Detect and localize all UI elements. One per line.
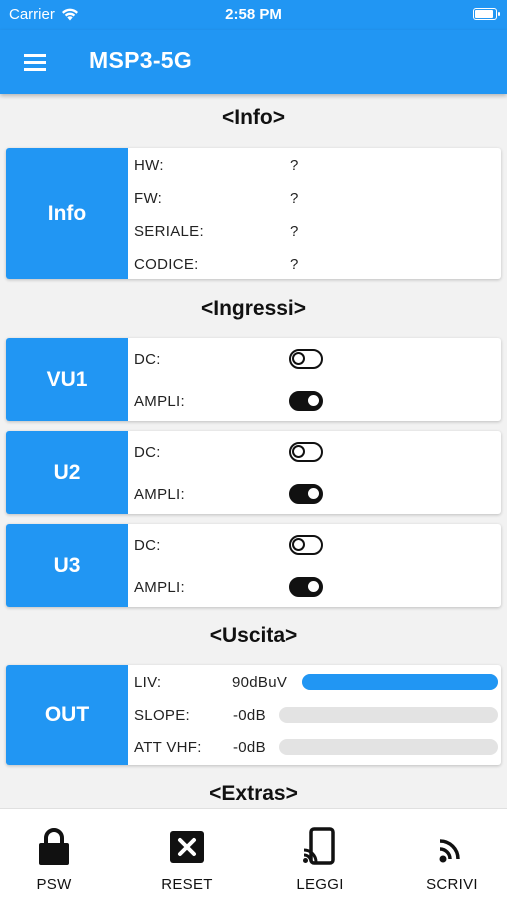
nav-label: RESET xyxy=(161,876,213,893)
info-row-fw: FW: ? xyxy=(134,186,501,210)
info-value: ? xyxy=(290,189,299,207)
input-card-vu1: VU1 DC: AMPLI: xyxy=(6,338,501,421)
level-slider-fill xyxy=(302,674,498,690)
nav-label: SCRIVI xyxy=(426,876,478,893)
nav-psw-button[interactable]: PSW xyxy=(0,809,117,900)
ampli-toggle[interactable] xyxy=(289,577,323,597)
input-card-u2: U2 DC: AMPLI: xyxy=(6,431,501,514)
dc-toggle[interactable] xyxy=(289,349,323,369)
close-box-icon xyxy=(170,831,204,863)
ampli-toggle[interactable] xyxy=(289,391,323,411)
info-label: FW: xyxy=(134,189,163,207)
output-card-tag: OUT xyxy=(6,665,128,765)
lock-icon xyxy=(39,828,69,865)
section-title-extras: <Extras> xyxy=(209,782,298,805)
nav-reset-button[interactable]: RESET xyxy=(124,809,250,900)
output-value: 90dBuV xyxy=(232,673,288,691)
section-title-inputs: <Ingressi> xyxy=(200,297,307,320)
dc-label: DC: xyxy=(134,350,161,368)
status-time: 2:58 PM xyxy=(225,6,282,23)
info-row-code: CODICE: ? xyxy=(134,252,501,276)
info-value: ? xyxy=(290,255,299,273)
section-title-info: <Info> xyxy=(221,106,285,129)
ampli-row: AMPLI: xyxy=(134,390,501,412)
output-row-liv: LIV: 90dBuV xyxy=(134,671,501,693)
ampli-toggle[interactable] xyxy=(289,484,323,504)
menu-icon[interactable] xyxy=(22,51,48,73)
slope-slider[interactable] xyxy=(279,707,498,723)
app-title: MSP3-5G xyxy=(89,47,193,73)
output-card: OUT LIV: 90dBuV SLOPE: -0dB ATT VHF: -0d… xyxy=(6,665,501,765)
dc-row: DC: xyxy=(134,348,501,370)
level-slider[interactable] xyxy=(302,674,498,690)
cast-signal-icon xyxy=(439,839,460,863)
att-vhf-slider[interactable] xyxy=(279,739,498,755)
app-bar: MSP3-5G xyxy=(0,30,507,94)
ampli-label: AMPLI: xyxy=(134,485,185,503)
output-row-slope: SLOPE: -0dB xyxy=(134,704,501,726)
nav-label: LEGGI xyxy=(296,876,344,893)
input-card-tag: U2 xyxy=(6,431,128,514)
output-row-att-vhf: ATT VHF: -0dB xyxy=(134,736,501,758)
output-value: -0dB xyxy=(233,738,266,756)
dc-row: DC: xyxy=(134,534,501,556)
output-value: -0dB xyxy=(233,706,266,724)
nav-leggi-button[interactable]: LEGGI xyxy=(257,809,383,900)
info-row-serial: SERIALE: ? xyxy=(134,219,501,243)
info-label: HW: xyxy=(134,156,164,174)
section-title-output: <Uscita> xyxy=(209,624,298,647)
info-label: SERIALE: xyxy=(134,222,204,240)
battery-icon xyxy=(473,8,500,20)
info-card-tag: Info xyxy=(6,148,128,279)
info-card: Info HW: ? FW: ? SERIALE: ? CODICE: ? xyxy=(6,148,501,279)
status-bar: Carrier 2:58 PM xyxy=(0,0,507,30)
nav-scrivi-button[interactable]: SCRIVI xyxy=(389,809,507,900)
info-row-hw: HW: ? xyxy=(134,153,501,177)
input-card-tag: U3 xyxy=(6,524,128,607)
info-label: CODICE: xyxy=(134,255,199,273)
ampli-row: AMPLI: xyxy=(134,576,501,598)
nav-label: PSW xyxy=(36,876,72,893)
ampli-label: AMPLI: xyxy=(134,392,185,410)
dc-toggle[interactable] xyxy=(289,442,323,462)
info-value: ? xyxy=(290,156,299,174)
ampli-row: AMPLI: xyxy=(134,483,501,505)
output-label: LIV: xyxy=(134,673,162,691)
bottom-navigation: PSW RESET LEGGI SCRIVI xyxy=(0,808,507,900)
input-card-tag: VU1 xyxy=(6,338,128,421)
phone-cast-icon xyxy=(303,827,335,865)
dc-label: DC: xyxy=(134,536,161,554)
input-card-u3: U3 DC: AMPLI: xyxy=(6,524,501,607)
output-label: ATT VHF: xyxy=(134,738,202,756)
dc-label: DC: xyxy=(134,443,161,461)
dc-toggle[interactable] xyxy=(289,535,323,555)
dc-row: DC: xyxy=(134,441,501,463)
info-value: ? xyxy=(290,222,299,240)
ampli-label: AMPLI: xyxy=(134,578,185,596)
output-label: SLOPE: xyxy=(134,706,190,724)
